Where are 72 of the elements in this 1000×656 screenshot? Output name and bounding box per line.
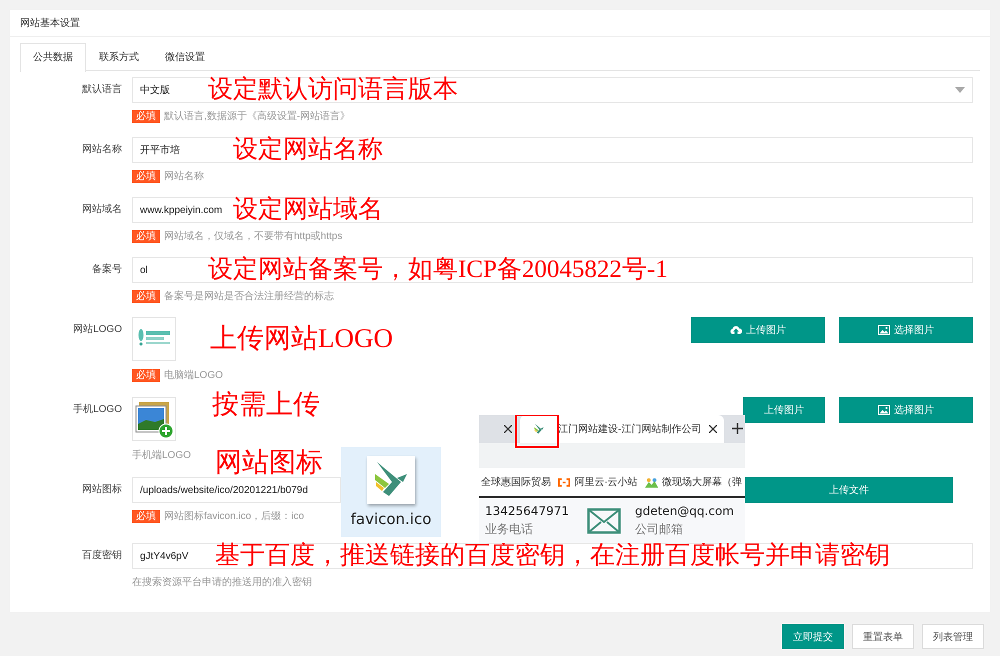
bookmark-link[interactable]: 阿里云·云小站: [574, 475, 638, 489]
bird-logo-icon: [532, 422, 546, 436]
input-field[interactable]: ol 设定网站备案号，如粤ICP备20045822号-1: [132, 257, 973, 283]
tab[interactable]: 联系方式: [86, 43, 152, 70]
hint-text: 电脑端LOGO: [164, 368, 223, 382]
tab[interactable]: 公共数据: [20, 43, 86, 72]
input-field[interactable]: 开平市培 设定网站名称: [132, 137, 973, 163]
browser-tab[interactable]: 江门网站建设-江门网站制作公司: [520, 415, 724, 443]
annotation-text: 上传网站LOGO: [210, 323, 393, 353]
button[interactable]: 选择图片: [839, 397, 973, 423]
cloud-upload-icon: [730, 325, 742, 335]
bookmark-link[interactable]: 微现场大屏幕（弹: [662, 475, 742, 489]
hint-text: 备案号是网站是否合法注册经营的标志: [164, 290, 334, 303]
annotation-text: 设定网站备案号，如粤ICP备20045822号-1: [208, 258, 668, 282]
annotation-text: 网站图标: [215, 449, 323, 476]
input-field[interactable]: /uploads/website/ico/20201221/b079d: [132, 477, 341, 503]
annotation-text: 设定网站名称: [233, 138, 383, 162]
required-badge: 必填: [132, 170, 160, 182]
image-icon: [878, 325, 890, 335]
people-icon: [644, 476, 658, 488]
close-icon[interactable]: [504, 425, 512, 433]
highlight-frame: [515, 415, 559, 448]
bracket-icon: [558, 478, 570, 486]
field-label: 百度密钥: [81, 548, 122, 563]
contact-value: 13425647971: [485, 504, 569, 518]
input-field[interactable]: gJtY4v6pV 基于百度，推送链接的百度密钥，在注册百度帐号并申请密钥: [132, 543, 973, 569]
button[interactable]: 重置表单: [852, 624, 914, 649]
input-field[interactable]: www.kppeiyin.com 设定网站域名: [132, 197, 973, 223]
hint-text: 在搜索资源平台申请的推送用的准入密钥: [132, 576, 312, 589]
annotation-text: 基于百度，推送链接的百度密钥，在注册百度帐号并申请密钥: [215, 544, 890, 568]
button[interactable]: 上传图片: [743, 397, 825, 423]
field-label: 网站域名: [81, 202, 122, 217]
image-add-icon: [134, 399, 174, 439]
field-label: 网站LOGO: [72, 322, 122, 337]
select-field[interactable]: 中文版 设定默认访问语言版本: [132, 77, 973, 103]
annotation-text: 设定网站域名: [233, 198, 383, 222]
field-label: 手机LOGO: [72, 402, 122, 417]
tab-title: 江门网站建设-江门网站制作公司: [558, 422, 702, 436]
hint-text: 默认语言,数据源于《高级设置-网站语言》: [164, 110, 350, 123]
envelope-icon: [586, 508, 621, 534]
contact-value: gdeten@qq.com: [634, 504, 734, 518]
caret-icon: [955, 87, 965, 93]
field-label: 备案号: [91, 262, 122, 277]
required-badge: 必填: [132, 368, 160, 382]
button[interactable]: 立即提交: [782, 624, 844, 649]
hint-text: 手机端LOGO: [132, 448, 191, 462]
plus-icon[interactable]: [732, 423, 743, 434]
hint-text: 网站域名，仅域名，不要带有http或https: [164, 230, 342, 243]
image-icon: [878, 405, 890, 415]
button[interactable]: 选择图片: [839, 317, 973, 343]
annotation-text: 按需上传: [212, 389, 320, 419]
required-badge: 必填: [132, 290, 160, 302]
bookmark-link[interactable]: 全球惠国际贸易: [481, 475, 551, 489]
hint-text: 网站图标favicon.ico，后缀：ico: [164, 510, 304, 523]
button[interactable]: 上传图片: [691, 317, 825, 343]
contact-label: 公司邮箱: [634, 520, 684, 538]
field-label: 默认语言: [81, 82, 122, 97]
panel-title: 网站基本设置: [10, 10, 990, 37]
contact-label: 业务电话: [485, 520, 534, 538]
button[interactable]: 列表管理: [922, 624, 984, 649]
hint-text: 网站名称: [164, 170, 204, 183]
tab[interactable]: 微信设置: [152, 43, 218, 70]
bird-logo-icon: [367, 456, 415, 504]
caption: favicon.ico: [350, 510, 432, 528]
button[interactable]: 上传文件: [745, 477, 953, 503]
annotation-text: 设定默认访问语言版本: [208, 78, 458, 102]
required-badge: 必填: [132, 110, 160, 122]
field-label: 网站图标: [81, 482, 122, 497]
field-label: 网站名称: [81, 142, 122, 157]
required-badge: 必填: [132, 510, 160, 522]
close-icon[interactable]: [709, 425, 717, 433]
required-badge: 必填: [132, 230, 160, 242]
